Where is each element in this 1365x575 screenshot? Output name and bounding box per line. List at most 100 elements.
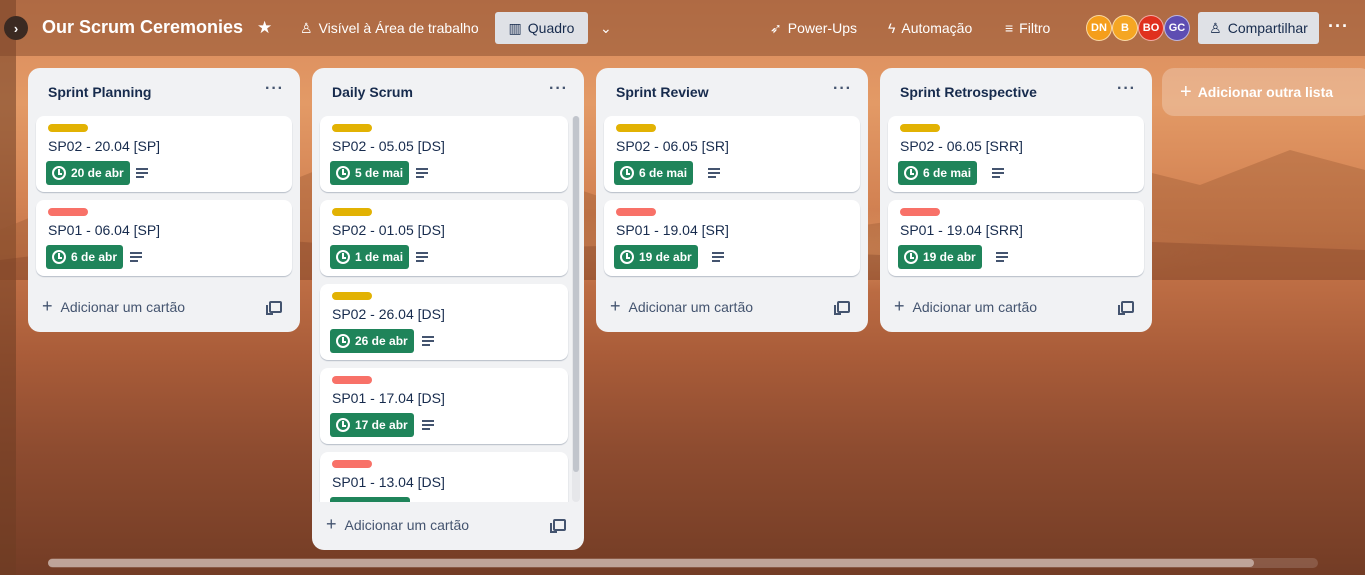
due-date-badge[interactable]: 6 de mai <box>898 161 978 185</box>
label-red[interactable] <box>900 208 940 216</box>
list-menu-icon[interactable]: ··· <box>549 80 568 98</box>
list-scrollbar-thumb[interactable] <box>573 116 579 472</box>
rocket-icon: ➶ <box>770 19 782 36</box>
avatar[interactable]: BO <box>1138 15 1164 41</box>
add-card-label: Adicionar um cartão <box>628 298 754 315</box>
card[interactable]: SP01 - 06.04 [SP] 6 de abr <box>36 200 292 276</box>
filter-icon: ≡ <box>1005 20 1014 36</box>
clock-icon <box>904 166 918 180</box>
add-card-label: Adicionar um cartão <box>912 298 1038 315</box>
description-icon <box>130 252 142 262</box>
card[interactable]: SP02 - 05.05 [DS] 5 de mai <box>320 116 568 192</box>
list-menu-icon[interactable]: ··· <box>265 80 284 98</box>
add-card-button[interactable]: + Adicionar um cartão <box>610 296 753 317</box>
automation-button[interactable]: ϟ Automação <box>880 12 980 44</box>
plus-icon: + <box>894 296 905 316</box>
board-view-label: Quadro <box>527 20 575 36</box>
powerups-button[interactable]: ➶ Power-Ups <box>762 12 865 44</box>
card[interactable]: SP02 - 01.05 [DS] 1 de mai <box>320 200 568 276</box>
description-icon <box>708 168 720 178</box>
board-view-button[interactable]: ▥ Quadro <box>495 12 588 44</box>
filter-button[interactable]: ≡ Filtro <box>997 12 1058 44</box>
sidebar-toggle-button[interactable]: › <box>4 16 28 40</box>
label-yellow[interactable] <box>48 124 88 132</box>
filter-label: Filtro <box>1019 20 1051 36</box>
card[interactable]: SP01 - 13.04 [DS] <box>320 452 568 502</box>
label-yellow[interactable] <box>616 124 656 132</box>
card[interactable]: SP02 - 06.05 [SRR] 6 de mai <box>888 116 1144 192</box>
list-sprint-retrospective: Sprint Retrospective ··· SP02 - 06.05 [S… <box>880 68 1152 332</box>
plus-icon: + <box>42 296 53 316</box>
description-icon <box>422 336 434 346</box>
view-switcher-chevron[interactable]: ⌄ <box>592 12 620 44</box>
clock-icon <box>336 250 350 264</box>
clock-icon <box>52 250 66 264</box>
card-title: SP01 - 13.04 [DS] <box>332 474 445 490</box>
clock-icon <box>336 334 350 348</box>
card-title: SP02 - 20.04 [SP] <box>48 138 161 154</box>
avatar[interactable]: GC <box>1164 15 1190 41</box>
due-date-badge[interactable]: 19 de abr <box>898 245 982 269</box>
label-yellow[interactable] <box>332 124 372 132</box>
label-yellow[interactable] <box>332 208 372 216</box>
description-icon <box>992 168 1004 178</box>
card[interactable]: SP01 - 19.04 [SRR] 19 de abr <box>888 200 1144 276</box>
create-from-template-icon[interactable] <box>1118 301 1134 315</box>
lightning-icon: ϟ <box>888 20 896 36</box>
list-title[interactable]: Sprint Review <box>616 84 709 100</box>
card[interactable]: SP02 - 20.04 [SP] 20 de abr <box>36 116 292 192</box>
add-card-button[interactable]: + Adicionar um cartão <box>894 296 1037 317</box>
label-yellow[interactable] <box>332 292 372 300</box>
clock-icon <box>52 166 66 180</box>
list-vertical-scrollbar[interactable] <box>572 116 580 502</box>
label-red[interactable] <box>616 208 656 216</box>
card[interactable]: SP02 - 06.05 [SR] 6 de mai <box>604 116 860 192</box>
list-title[interactable]: Sprint Planning <box>48 84 151 100</box>
due-date-badge[interactable]: 1 de mai <box>330 245 410 269</box>
plus-icon: + <box>610 296 621 316</box>
board-scrollbar-thumb[interactable] <box>48 559 1254 567</box>
add-list-button[interactable]: + Adicionar outra lista <box>1162 68 1365 116</box>
label-red[interactable] <box>332 460 372 468</box>
board-title[interactable]: Our Scrum Ceremonies <box>42 17 243 38</box>
create-from-template-icon[interactable] <box>266 301 282 315</box>
list-title[interactable]: Sprint Retrospective <box>900 84 1037 100</box>
clock-icon <box>620 250 634 264</box>
due-date-badge[interactable]: 6 de mai <box>614 161 694 185</box>
card-title: SP01 - 06.04 [SP] <box>48 222 161 238</box>
label-yellow[interactable] <box>900 124 940 132</box>
due-date-badge[interactable]: 17 de abr <box>330 413 414 437</box>
share-button[interactable]: ♙ Compartilhar <box>1198 12 1319 44</box>
add-card-button[interactable]: + Adicionar um cartão <box>42 296 185 317</box>
due-date-badge[interactable]: 26 de abr <box>330 329 414 353</box>
create-from-template-icon[interactable] <box>550 519 566 533</box>
label-red[interactable] <box>332 376 372 384</box>
avatar[interactable]: DN <box>1086 15 1112 41</box>
card-list-scroll-area[interactable]: SP02 - 05.05 [DS] 5 de mai SP02 - 01.05 … <box>312 116 584 502</box>
add-card-button[interactable]: + Adicionar um cartão <box>326 514 469 535</box>
create-from-template-icon[interactable] <box>834 301 850 315</box>
due-date-badge[interactable]: 20 de abr <box>46 161 130 185</box>
due-date-badge[interactable]: 5 de mai <box>330 161 410 185</box>
chevron-down-icon: ⌄ <box>600 19 612 36</box>
description-icon <box>712 252 724 262</box>
card[interactable]: SP01 - 19.04 [SR] 19 de abr <box>604 200 860 276</box>
visibility-button[interactable]: ♙ Visível à Área de trabalho <box>292 12 487 44</box>
label-red[interactable] <box>48 208 88 216</box>
list-title[interactable]: Daily Scrum <box>332 84 413 100</box>
list-menu-icon[interactable]: ··· <box>1117 80 1136 98</box>
card[interactable]: SP02 - 26.04 [DS] 26 de abr <box>320 284 568 360</box>
card-title: SP01 - 19.04 [SR] <box>616 222 729 238</box>
due-date-badge[interactable]: 6 de abr <box>46 245 124 269</box>
more-menu-icon[interactable]: ··· <box>1328 16 1349 37</box>
card[interactable]: SP01 - 17.04 [DS] 17 de abr <box>320 368 568 444</box>
list-menu-icon[interactable]: ··· <box>833 80 852 98</box>
visibility-label: Visível à Área de trabalho <box>318 20 479 36</box>
avatar[interactable]: B <box>1112 15 1138 41</box>
due-date-text: 6 de abr <box>71 250 118 264</box>
due-date-badge[interactable]: 19 de abr <box>614 245 698 269</box>
star-icon[interactable]: ★ <box>257 18 272 38</box>
board-horizontal-scrollbar[interactable] <box>48 558 1318 568</box>
powerups-label: Power-Ups <box>787 20 857 36</box>
clock-icon <box>336 418 350 432</box>
